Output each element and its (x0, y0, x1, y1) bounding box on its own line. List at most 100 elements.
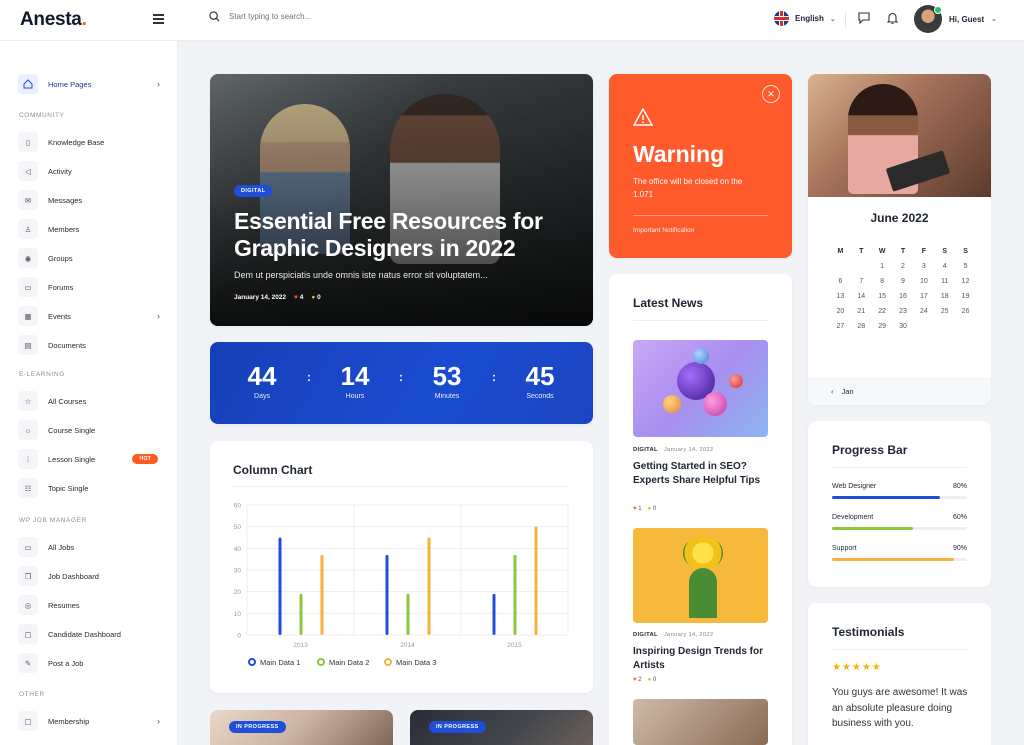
chevron-right-icon: › (157, 311, 160, 321)
news-image[interactable] (633, 699, 768, 745)
heart-icon[interactable]: ♥ (633, 677, 637, 683)
calendar-day[interactable]: 1 (872, 263, 893, 270)
calendar-day[interactable]: 21 (851, 308, 872, 315)
sidebar-item-knowledge-base[interactable]: ▯ Knowledge Base (18, 131, 164, 153)
menu-toggle-icon[interactable] (153, 14, 164, 24)
calendar-day[interactable]: 8 (872, 278, 893, 285)
sidebar-item-documents[interactable]: ▤ Documents (18, 334, 164, 356)
sidebar-item-post-a-job[interactable]: ✎ Post a Job (18, 652, 164, 674)
uk-flag-icon (774, 11, 789, 26)
sidebar-item-messages[interactable]: ✉ Messages (18, 189, 164, 211)
calendar-day (851, 263, 872, 270)
sidebar-item-candidate-dashboard[interactable]: ▢ Candidate Dashboard (18, 623, 164, 645)
heart-icon[interactable]: ♥ (633, 506, 637, 512)
sidebar-item-members[interactable]: ♙ Members (18, 218, 164, 240)
clipboard-icon: ▢ (18, 624, 38, 644)
weekday-label: T (859, 248, 864, 255)
close-icon[interactable]: ✕ (762, 85, 780, 103)
calendar-day[interactable]: 9 (893, 278, 914, 285)
calendar-day[interactable]: 12 (955, 278, 976, 285)
sidebar-item-label: Home Pages (48, 79, 92, 89)
calendar-day[interactable]: 28 (851, 323, 872, 330)
star-rating-icon: ★★★★★ (832, 662, 882, 673)
calendar-day[interactable]: 6 (830, 278, 851, 285)
weekday-label: M (837, 248, 844, 255)
calendar-day[interactable]: 17 (913, 293, 934, 300)
search-input[interactable] (229, 12, 429, 21)
calendar-day[interactable]: 20 (830, 308, 851, 315)
calendar-day[interactable]: 22 (872, 308, 893, 315)
calendar-day[interactable]: 3 (913, 263, 934, 270)
news-image[interactable] (633, 340, 768, 437)
comment-icon[interactable]: ● (648, 506, 652, 512)
news-title: Latest News (633, 296, 704, 310)
bar (320, 554, 324, 635)
comment-icon[interactable]: ● (648, 677, 652, 683)
sidebar-item-membership[interactable]: ▢ Membership › (18, 710, 164, 732)
news-image[interactable] (633, 528, 768, 623)
sidebar-item-groups[interactable]: ◉ Groups (18, 247, 164, 269)
prev-month-label: Jan (841, 386, 854, 396)
sidebar-item-resumes[interactable]: ◎ Resumes (18, 594, 164, 616)
calendar-day[interactable]: 11 (934, 278, 955, 285)
sidebar-item-course-single[interactable]: ☼ Course Single (18, 419, 164, 441)
search-bar (209, 11, 429, 22)
calendar-day[interactable]: 15 (872, 293, 893, 300)
sidebar-item-all-jobs[interactable]: ▭ All Jobs (18, 536, 164, 558)
calendar-day[interactable]: 24 (913, 308, 934, 315)
calendar-day[interactable]: 4 (934, 263, 955, 270)
language-selector[interactable]: English ⌄ (774, 11, 836, 26)
y-tick-label: 50 (234, 524, 242, 531)
calendar-day[interactable]: 30 (893, 323, 914, 330)
news-headline[interactable]: Inspiring Design Trends for Artists (633, 645, 773, 673)
calendar-day[interactable]: 19 (955, 293, 976, 300)
brand-logo[interactable]: Anesta. (20, 9, 87, 31)
calendar-day[interactable]: 16 (893, 293, 914, 300)
category-badge[interactable]: DIGITAL (234, 185, 273, 197)
calendar-day[interactable]: 29 (872, 323, 893, 330)
calendar-day[interactable]: 26 (955, 308, 976, 315)
featured-post[interactable]: DIGITAL Essential Free Resources for Gra… (210, 74, 593, 326)
post-date: January 14, 2022 (234, 294, 287, 301)
comment-icon[interactable]: ● (311, 294, 315, 301)
countdown-separator: : (492, 370, 496, 384)
calendar-day[interactable]: 14 (851, 293, 872, 300)
calendar-day[interactable]: 2 (893, 263, 914, 270)
chat-icon[interactable] (857, 11, 871, 25)
section-heading-wp-job-manager: WP JOB MANAGER (19, 517, 87, 524)
countdown-hours: 14 Hours (340, 361, 370, 400)
course-card[interactable]: IN PROGRESS (410, 710, 593, 745)
bar (427, 537, 431, 635)
sidebar-item-job-dashboard[interactable]: ❐ Job Dashboard (18, 565, 164, 587)
sidebar-item-topic-single[interactable]: ☷ Topic Single (18, 477, 164, 499)
search-icon[interactable] (209, 11, 220, 22)
calendar-day[interactable]: 13 (830, 293, 851, 300)
sidebar-item-home-pages[interactable]: Home Pages › (18, 73, 164, 95)
calendar-day[interactable]: 25 (934, 308, 955, 315)
y-tick-label: 30 (234, 568, 242, 575)
hero-title[interactable]: Essential Free Resources for Graphic Des… (234, 208, 574, 262)
bell-icon[interactable] (886, 11, 899, 25)
progress-title: Progress Bar (832, 443, 908, 457)
calendar-day[interactable]: 5 (955, 263, 976, 270)
sidebar-item-events[interactable]: ▦ Events › (18, 305, 164, 327)
calendar-prev-month[interactable]: ‹ Jan (808, 377, 991, 405)
sidebar-item-all-courses[interactable]: ☆ All Courses (18, 390, 164, 412)
news-meta: DIGITAL January 14, 2022 (633, 632, 714, 638)
calendar-day[interactable]: 7 (851, 278, 872, 285)
legend-label: Main Data 1 (260, 658, 300, 667)
y-tick-label: 10 (234, 611, 242, 618)
calendar-day[interactable]: 23 (893, 308, 914, 315)
calendar-day[interactable]: 27 (830, 323, 851, 330)
sidebar-item-lesson-single[interactable]: ⁞ Lesson Single HOT (18, 448, 164, 470)
calendar-grid: M T W T F S S 1 2 3 4 5 6 7 8 9 10 11 12 13 14 15 16 17 18 19 20 21… (830, 248, 976, 330)
progress-fill (832, 496, 940, 499)
user-menu[interactable]: Hi, Guest ⌄ (914, 5, 997, 33)
sidebar-item-forums[interactable]: ▭ Forums (18, 276, 164, 298)
course-card[interactable]: IN PROGRESS (210, 710, 393, 745)
sidebar-item-activity[interactable]: ◁ Activity (18, 160, 164, 182)
calendar-day[interactable]: 10 (913, 278, 934, 285)
calendar-day[interactable]: 18 (934, 293, 955, 300)
heart-icon[interactable]: ♥ (294, 294, 298, 301)
news-headline[interactable]: Getting Started in SEO? Experts Share He… (633, 460, 773, 488)
